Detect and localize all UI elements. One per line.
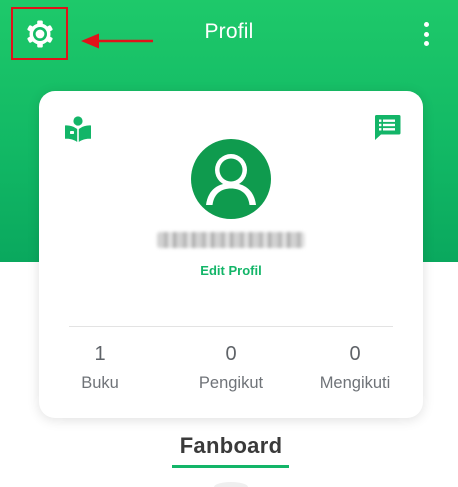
stat-label: Mengikuti [319,374,391,392]
stat-value: 0 [225,343,237,365]
stat-following[interactable]: 0 Mengikuti [300,343,410,393]
top-bar: Profil [0,0,458,66]
username-obscured [157,229,305,251]
divider [69,326,393,327]
more-options-button[interactable] [414,20,438,48]
content-hint [214,482,248,487]
username-blur [157,232,305,248]
page-title: Profil [204,20,254,43]
stat-books[interactable]: 1 Buku [45,343,155,393]
chat-list-icon[interactable] [372,112,402,142]
stat-value: 0 [349,343,361,365]
stat-value: 1 [94,343,106,365]
edit-profile-link[interactable]: Edit Profil [39,263,423,278]
avatar[interactable] [191,139,271,219]
tab-fanboard[interactable]: Fanboard [0,433,458,459]
profile-card: Edit Profil 1 Buku 0 Pengikut 0 Mengikut… [39,91,423,418]
stat-label: Pengikut [198,374,264,392]
tab-active-indicator [172,465,289,468]
stat-label: Buku [81,374,119,392]
more-vert-icon [423,22,429,27]
stat-followers[interactable]: 0 Pengikut [176,343,286,393]
book-reader-icon[interactable] [63,114,93,144]
user-avatar-icon [206,154,256,205]
